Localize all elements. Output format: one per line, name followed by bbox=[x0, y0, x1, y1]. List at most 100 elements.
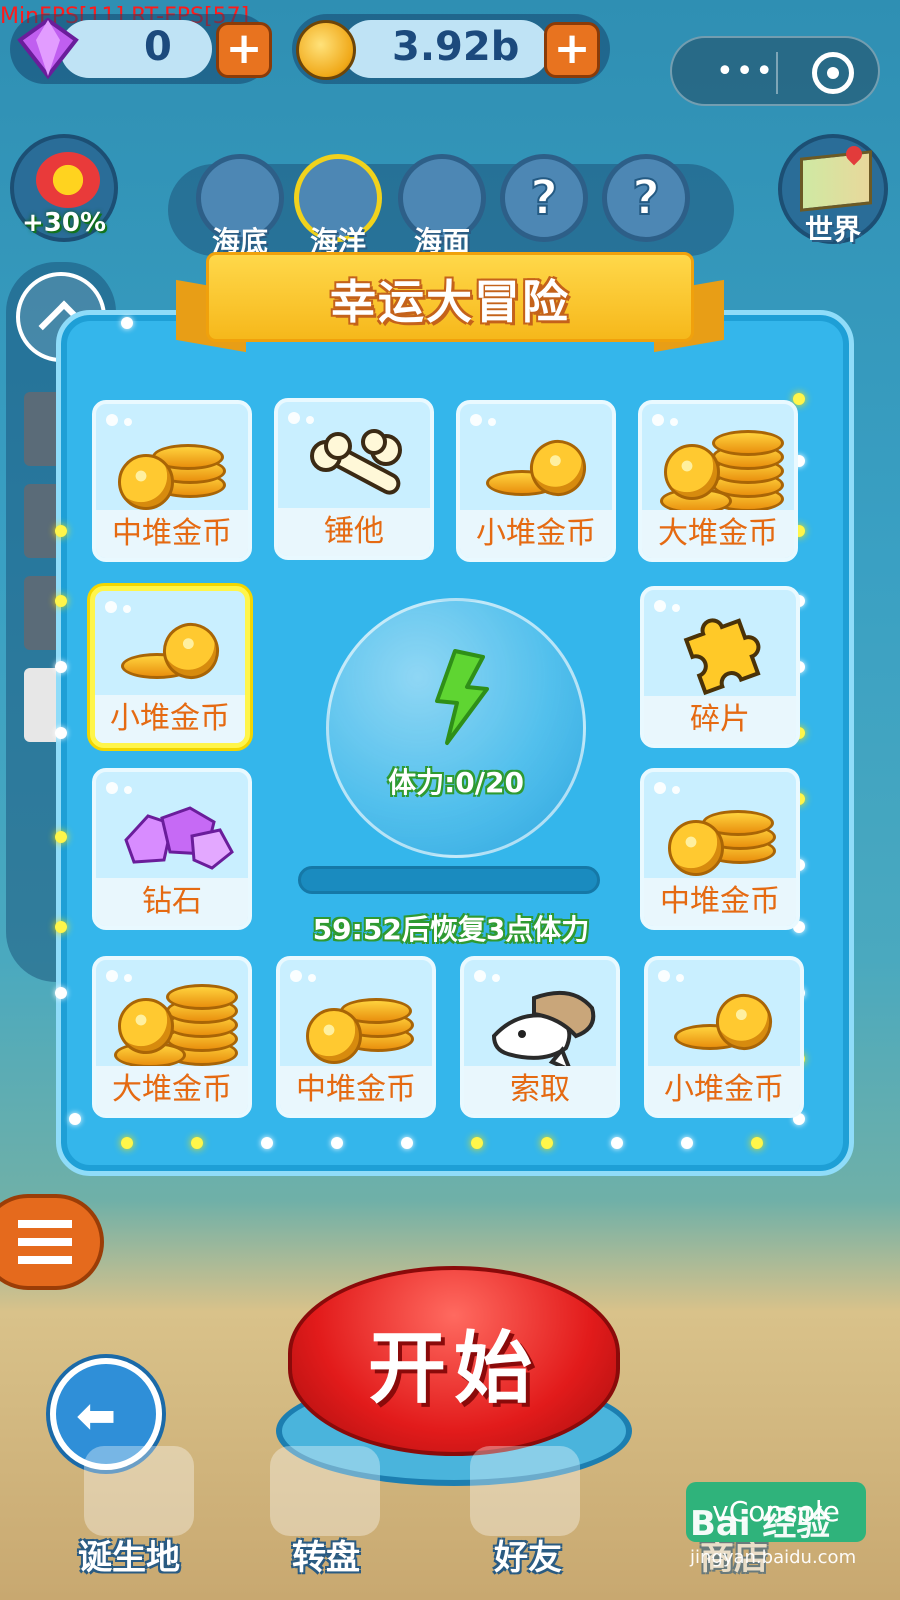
gem-icon bbox=[17, 17, 79, 80]
marquee-bulb bbox=[401, 1137, 413, 1149]
marquee-bulb bbox=[55, 921, 67, 933]
reward-label: 大堆金币 bbox=[658, 516, 778, 551]
reward-cell: 碎片 bbox=[640, 586, 800, 748]
marquee-bulb bbox=[681, 1137, 693, 1149]
add-gold-button[interactable]: + bbox=[544, 22, 600, 78]
capsule-divider bbox=[776, 52, 778, 94]
zone-locked-2[interactable]: ? bbox=[602, 154, 690, 242]
marquee-bulb bbox=[55, 831, 67, 843]
marquee-bulb bbox=[55, 987, 67, 999]
watermark-brand: Bai 经验 bbox=[690, 1504, 831, 1544]
marquee-bulb bbox=[331, 1137, 343, 1149]
arrow-left-icon: ⬅ bbox=[76, 1388, 117, 1444]
marquee-bulb bbox=[55, 595, 67, 607]
hammer-bone-icon bbox=[310, 429, 402, 495]
reward-label: 中堆金币 bbox=[296, 1072, 416, 1107]
nav-wheel[interactable]: 转盘 bbox=[292, 1530, 360, 1579]
world-map-button[interactable]: 世界 bbox=[778, 134, 888, 246]
small-coin-pile-icon bbox=[95, 609, 245, 699]
marquee-bulb bbox=[69, 1113, 81, 1125]
marquee-bulb bbox=[261, 1137, 273, 1149]
question-icon: ? bbox=[529, 169, 559, 227]
medium-coin-pile-icon bbox=[96, 422, 248, 512]
bonus-flower-button[interactable]: +30% bbox=[10, 134, 118, 242]
nav-friends[interactable]: 好友 bbox=[494, 1530, 562, 1579]
list-menu-icon bbox=[18, 1220, 72, 1266]
reward-cell: 小堆金币 bbox=[456, 400, 616, 562]
small-coin-pile-icon bbox=[648, 978, 800, 1068]
reward-cell: 索取 bbox=[460, 956, 620, 1118]
gem-counter: 0 + bbox=[10, 14, 272, 84]
flower-icon bbox=[36, 152, 100, 208]
small-coin-pile-icon bbox=[460, 422, 612, 512]
energy-bubble: 体力:0/20 bbox=[326, 598, 586, 858]
lightning-bolt-icon bbox=[435, 649, 489, 745]
nav-birthplace[interactable]: 诞生地 bbox=[78, 1530, 180, 1579]
map-icon bbox=[800, 150, 872, 212]
wheel-icon[interactable] bbox=[270, 1446, 380, 1536]
panel-title: 幸运大冒险 bbox=[330, 275, 570, 329]
gem-counter-bg bbox=[60, 20, 212, 78]
add-gems-button[interactable]: + bbox=[216, 22, 272, 78]
marquee-bulb bbox=[55, 661, 67, 673]
reward-label: 钻石 bbox=[142, 884, 202, 919]
close-miniprogram-icon[interactable] bbox=[812, 52, 854, 94]
question-icon: ? bbox=[631, 169, 661, 227]
energy-progress-bar bbox=[298, 866, 600, 894]
reward-label: 索取 bbox=[510, 1072, 570, 1107]
marquee-bulb bbox=[191, 1137, 203, 1149]
zone-locked-1[interactable]: ? bbox=[500, 154, 588, 242]
reward-cell: 小堆金币 bbox=[644, 956, 804, 1118]
medium-coin-pile-icon bbox=[280, 978, 432, 1068]
gold-counter: 3.92b + bbox=[292, 14, 610, 84]
reward-label: 小堆金币 bbox=[110, 701, 230, 736]
marquee-bulb bbox=[121, 1137, 133, 1149]
menu-button[interactable] bbox=[0, 1194, 104, 1290]
large-coin-pile-icon bbox=[96, 978, 248, 1068]
reward-cell: 中堆金币 bbox=[640, 768, 800, 930]
reward-label: 中堆金币 bbox=[660, 884, 780, 919]
title-ribbon: 幸运大冒险 bbox=[176, 252, 724, 353]
energy-label: 体力:0/20 bbox=[388, 766, 524, 799]
reward-cell: 中堆金币 bbox=[92, 400, 252, 562]
friends-icon[interactable] bbox=[470, 1446, 580, 1536]
reward-label: 大堆金币 bbox=[112, 1072, 232, 1107]
more-menu-icon[interactable]: ••• bbox=[716, 57, 775, 87]
gem-count: 0 bbox=[144, 24, 172, 70]
energy-recover-text: 59:52后恢复3点体力 bbox=[312, 913, 590, 946]
reward-label: 小堆金币 bbox=[664, 1072, 784, 1107]
marquee-bulb bbox=[471, 1137, 483, 1149]
medium-coin-pile-icon bbox=[644, 790, 796, 880]
marquee-bulb bbox=[121, 317, 133, 329]
start-label: 开始 bbox=[367, 1324, 540, 1414]
fish-thief-icon bbox=[491, 990, 596, 1068]
bonus-percent: +30% bbox=[21, 208, 107, 238]
marquee-bulb bbox=[55, 727, 67, 739]
large-coin-pile-icon bbox=[642, 422, 794, 514]
birthplace-icon[interactable] bbox=[84, 1446, 194, 1536]
reward-label: 中堆金币 bbox=[112, 516, 232, 551]
watermark-url: jingyan.baidu.com bbox=[690, 1547, 857, 1568]
baidu-watermark: Bai 经验 jingyan.baidu.com bbox=[690, 1496, 890, 1568]
reward-label: 碎片 bbox=[690, 702, 750, 737]
reward-cell: 中堆金币 bbox=[276, 956, 436, 1118]
reward-label: 小堆金币 bbox=[476, 516, 596, 551]
reward-cell: 大堆金币 bbox=[92, 956, 252, 1118]
reward-cell: 锤他 bbox=[274, 398, 434, 560]
reward-cell-selected: 小堆金币 bbox=[90, 586, 250, 748]
marquee-bulb bbox=[55, 525, 67, 537]
miniprogram-capsule: ••• bbox=[670, 36, 880, 106]
marquee-bulb bbox=[793, 393, 805, 405]
reward-cell: 大堆金币 bbox=[638, 400, 798, 562]
world-label: 世界 bbox=[804, 213, 861, 246]
gold-coin-icon bbox=[296, 20, 356, 80]
marquee-bulb bbox=[611, 1137, 623, 1149]
diamond-icon bbox=[124, 806, 234, 870]
puzzle-piece-icon bbox=[683, 618, 761, 696]
reward-cell: 钻石 bbox=[92, 768, 252, 930]
marquee-bulb bbox=[541, 1137, 553, 1149]
reward-label: 锤他 bbox=[324, 514, 384, 549]
marquee-bulb bbox=[751, 1137, 763, 1149]
zone-selector: 海底 海洋 海面 ? ? bbox=[168, 154, 734, 258]
gold-count: 3.92b bbox=[392, 24, 520, 70]
